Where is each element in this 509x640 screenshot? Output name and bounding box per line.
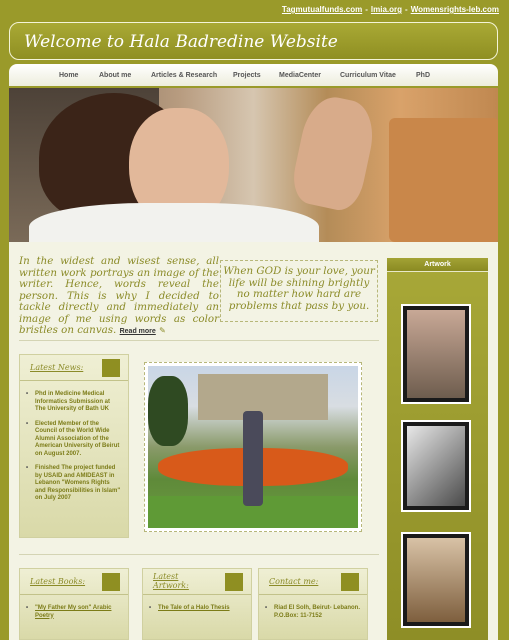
list-item: The Tale of a Halo Thesis (149, 605, 245, 613)
hero-chair (389, 118, 498, 242)
latest-books-list: "My Father My son" Arabic Poetry (20, 595, 128, 620)
latest-news-title: Latest News: (30, 363, 84, 372)
artwork-image (407, 310, 465, 398)
divider (19, 554, 379, 555)
separator: - (365, 5, 368, 14)
photo-building (198, 374, 328, 420)
nav-about-me[interactable]: About me (99, 72, 151, 79)
quote-box: When GOD is your love, your life will be… (220, 260, 378, 322)
list-item: Elected Member of the Council of the Wor… (26, 421, 122, 459)
nav-curriculum-vitae[interactable]: Curriculum Vitae (340, 72, 416, 79)
nav-articles-research[interactable]: Articles & Research (151, 72, 233, 79)
contact-header: Contact me: (259, 569, 367, 595)
toplink-lmia[interactable]: lmia.org (371, 5, 402, 14)
artwork-image (407, 538, 465, 622)
latest-artwork-title: Latest Artwork: (153, 572, 189, 590)
book-link[interactable]: "My Father My son" Arabic Poetry (35, 605, 111, 619)
photo-tree (148, 376, 188, 446)
hero-photo (9, 88, 498, 242)
list-item: Phd in Medicine Medical Informatics Subm… (26, 391, 122, 414)
artwork-heading: Artwork (387, 258, 488, 272)
main-nav: Home About me Articles & Research Projec… (9, 64, 498, 86)
square-icon (341, 573, 359, 591)
list-item: Finished The project funded by USAID and… (26, 465, 122, 503)
intro-text: In the widest and wisest sense, all writ… (19, 255, 219, 336)
contact-list: Riad El Solh, Beirut- Lebanon. P.O.Box: … (259, 595, 367, 620)
latest-books-title: Latest Books: (30, 577, 86, 586)
toplink-womensrights[interactable]: Womensrights-leb.com (411, 5, 499, 14)
artwork-link[interactable]: The Tale of a Halo Thesis (158, 605, 230, 611)
nav-mediacenter[interactable]: MediaCenter (279, 72, 340, 79)
nav-projects[interactable]: Projects (233, 72, 279, 79)
artwork-thumb-3[interactable] (401, 532, 471, 628)
nav-home[interactable]: Home (59, 72, 99, 79)
latest-books-header: Latest Books: (20, 569, 128, 595)
contact-title: Contact me: (269, 577, 319, 586)
toplink-tagmutualfunds[interactable]: Tagmutualfunds.com (282, 5, 362, 14)
featured-photo-frame (144, 362, 362, 532)
main-content: In the widest and wisest sense, all writ… (9, 242, 498, 640)
list-item: "My Father My son" Arabic Poetry (26, 605, 122, 620)
nav-phd[interactable]: PhD (416, 72, 446, 79)
latest-artwork-list: The Tale of a Halo Thesis (143, 595, 251, 613)
read-more-link[interactable]: Read more (120, 328, 156, 335)
artwork-thumb-2[interactable] (401, 420, 471, 512)
latest-artwork-box: Latest Artwork: The Tale of a Halo Thesi… (142, 568, 252, 640)
separator: - (405, 5, 408, 14)
hero-hand (288, 91, 380, 215)
divider (19, 340, 379, 341)
latest-artwork-header: Latest Artwork: (143, 569, 251, 595)
latest-news-list: Phd in Medicine Medical Informatics Subm… (20, 381, 128, 503)
artwork-image (407, 426, 465, 506)
photo-person (243, 411, 263, 506)
square-icon (102, 573, 120, 591)
list-item: Riad El Solh, Beirut- Lebanon. P.O.Box: … (265, 605, 361, 620)
square-icon (225, 573, 243, 591)
site-banner: Welcome to Hala Badredine Website (9, 22, 498, 60)
top-links: Tagmutualfunds.com - lmia.org - Womensrights… (282, 5, 499, 14)
featured-photo (148, 366, 358, 528)
site-title: Welcome to Hala Badredine Website (24, 32, 338, 52)
contact-box: Contact me: Riad El Solh, Beirut- Lebano… (258, 568, 368, 640)
latest-books-box: Latest Books: "My Father My son" Arabic … (19, 568, 129, 640)
latest-news-box: Latest News: Phd in Medicine Medical Inf… (19, 354, 129, 538)
pencil-icon[interactable]: ✎ (159, 326, 166, 335)
latest-news-header: Latest News: (20, 355, 128, 381)
hero-jacket (29, 203, 319, 242)
artwork-thumb-1[interactable] (401, 304, 471, 404)
artwork-panel: Artwork (387, 258, 488, 640)
intro-paragraph: In the widest and wisest sense, all writ… (19, 255, 219, 338)
square-icon (102, 359, 120, 377)
